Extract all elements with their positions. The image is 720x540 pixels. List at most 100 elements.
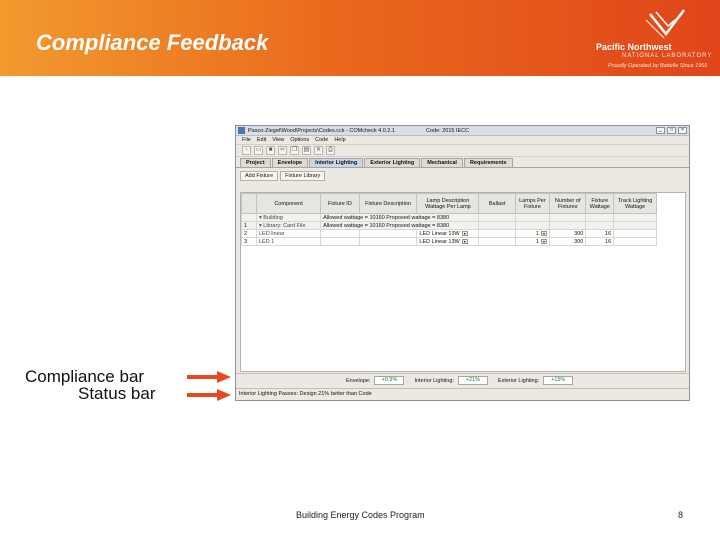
slide-header: Compliance Feedback Pacific Northwest NA…: [0, 0, 720, 76]
pnnl-logo-mark-icon: [645, 9, 685, 39]
row-ballast[interactable]: [478, 213, 516, 222]
row-description[interactable]: [358, 237, 418, 246]
row-id: 3: [241, 237, 257, 246]
row-fixture-watt[interactable]: [585, 213, 615, 222]
add-fixture-button[interactable]: Add Fixture: [240, 171, 279, 181]
pnnl-logo: Pacific Northwest NATIONAL LABORATORY Pr…: [592, 8, 716, 72]
close-icon[interactable]: ×: [678, 127, 687, 134]
slide-title: Compliance Feedback: [36, 30, 269, 55]
table-header-row: Component Fixture ID Fixture Description…: [241, 193, 657, 214]
column-header[interactable]: Fixture Wattage: [585, 193, 615, 214]
tab-interior-lighting[interactable]: Interior Lighting: [309, 158, 364, 167]
chevron-down-icon[interactable]: ▾: [461, 238, 468, 244]
row-component[interactable]: LED linear: [255, 229, 322, 238]
row-fixture-watt[interactable]: [585, 221, 615, 230]
column-header[interactable]: Track Lighting Wattage: [613, 193, 657, 214]
minimize-icon[interactable]: _: [656, 127, 665, 134]
column-header[interactable]: Fixture Description: [358, 193, 418, 214]
column-header[interactable]: [241, 193, 257, 214]
menu-options[interactable]: Options: [290, 137, 309, 143]
paste-icon[interactable]: ▤: [302, 146, 311, 155]
row-lamps[interactable]: 1 ▾: [514, 237, 551, 246]
envelope-label: Envelope:: [346, 377, 371, 384]
row-description[interactable]: [358, 229, 418, 238]
open-folder-icon[interactable]: ▭: [254, 146, 263, 155]
table-row[interactable]: 2 LED linear LED Linear 13W ▾ 1 ▾ 300 16: [241, 229, 657, 238]
copy-icon[interactable]: ❐: [290, 146, 299, 155]
chevron-down-icon[interactable]: ▾: [541, 230, 547, 236]
tab-requirements[interactable]: Requirements: [463, 158, 513, 167]
row-count[interactable]: [548, 213, 587, 222]
tab-project[interactable]: Project: [240, 158, 271, 167]
row-component[interactable]: ▾ Building: [255, 213, 322, 222]
cut-icon[interactable]: ✂: [278, 146, 287, 155]
chevron-down-icon[interactable]: ▾: [541, 238, 547, 244]
row-fixture-id[interactable]: [320, 237, 360, 246]
main-tabs: Project Envelope Interior Lighting Exter…: [236, 157, 689, 168]
row-component[interactable]: ▾ Library: Card File: [255, 221, 322, 230]
code-version: Code: 2015 IECC: [426, 128, 470, 134]
row-fixture-watt[interactable]: 16: [585, 237, 615, 246]
menu-view[interactable]: View: [272, 137, 284, 143]
column-header[interactable]: Number of Fixtures: [548, 193, 587, 214]
interior-lighting-label: Interior Lighting:: [414, 377, 454, 384]
tab-mechanical[interactable]: Mechanical: [421, 158, 463, 167]
column-header[interactable]: Component: [255, 193, 322, 214]
print-icon[interactable]: ⎙: [326, 146, 335, 155]
row-lamp-value: LED Linear 13W: [419, 238, 460, 245]
column-header[interactable]: Lamps Per Fixture: [514, 193, 551, 214]
row-lamps-value: 1: [535, 238, 539, 245]
logo-tagline: Proudly Operated by Battelle Since 1965: [608, 63, 708, 69]
menu-code[interactable]: Code: [315, 137, 328, 143]
table-row[interactable]: 1 ▾ Library: Card File Allowed wattage =…: [241, 221, 657, 230]
compliance-bar: Envelope: +0.9% Interior Lighting: +21% …: [236, 373, 689, 387]
row-count[interactable]: [548, 221, 587, 230]
toolbar: ▫ ▭ ■ ✂ ❐ ▤ ✕ ⎙: [236, 145, 689, 157]
save-icon[interactable]: ■: [266, 146, 275, 155]
row-lamp-value: LED Linear 13W: [419, 230, 460, 237]
column-header[interactable]: Fixture ID: [320, 193, 360, 214]
row-track[interactable]: [613, 237, 657, 246]
row-ballast[interactable]: [478, 237, 516, 246]
row-ballast[interactable]: [478, 221, 516, 230]
row-lamp[interactable]: LED Linear 13W ▾: [416, 229, 480, 238]
table-row[interactable]: ▾ Building Allowed wattage = 10160 Propo…: [241, 213, 657, 222]
maximize-icon[interactable]: □: [667, 127, 676, 134]
window-titlebar[interactable]: Pasco-Ziegel\Wood\Projects\Codes.cck - C…: [236, 126, 689, 136]
row-wattage-summary: Allowed wattage = 10160 Proposed wattage…: [320, 221, 480, 230]
fixture-library-button[interactable]: Fixture Library: [280, 171, 326, 181]
row-count[interactable]: 300: [548, 229, 587, 238]
chevron-down-icon[interactable]: ▾: [461, 230, 468, 236]
table-row[interactable]: 3 LED 1 LED Linear 13W ▾ 1 ▾ 300 16: [241, 237, 657, 246]
row-lamps[interactable]: [514, 221, 551, 230]
status-bar-annotation: Status bar: [78, 384, 156, 403]
window-title: Pasco-Ziegel\Wood\Projects\Codes.cck - C…: [248, 128, 395, 134]
row-track[interactable]: [613, 229, 657, 238]
menu-help[interactable]: Help: [334, 137, 345, 143]
row-count[interactable]: 300: [548, 237, 587, 246]
row-fixture-watt[interactable]: 16: [585, 229, 615, 238]
menu-edit[interactable]: Edit: [257, 137, 266, 143]
row-id: [241, 213, 257, 222]
delete-icon[interactable]: ✕: [314, 146, 323, 155]
row-lamps[interactable]: [514, 213, 551, 222]
page-number: 8: [678, 510, 684, 520]
tab-envelope[interactable]: Envelope: [271, 158, 309, 167]
comcheck-window: Pasco-Ziegel\Wood\Projects\Codes.cck - C…: [235, 125, 690, 401]
status-bar: Interior Lighting Passes: Design 21% bet…: [236, 388, 689, 400]
tab-exterior-lighting[interactable]: Exterior Lighting: [364, 158, 421, 167]
column-header[interactable]: Ballast: [478, 193, 516, 214]
row-fixture-id[interactable]: [320, 229, 360, 238]
menu-file[interactable]: File: [242, 137, 251, 143]
footer-program-name: Building Energy Codes Program: [296, 510, 425, 520]
row-ballast[interactable]: [478, 229, 516, 238]
row-lamp[interactable]: LED Linear 13W ▾: [416, 237, 480, 246]
row-component[interactable]: LED 1: [255, 237, 322, 246]
exterior-lighting-compliance-value: +15%: [543, 376, 574, 385]
row-lamps[interactable]: 1 ▾: [514, 229, 551, 238]
column-header[interactable]: Lamp Description Wattage Per Lamp: [416, 193, 480, 214]
window-controls: _ □ ×: [656, 127, 687, 134]
row-track[interactable]: [613, 213, 657, 222]
row-track[interactable]: [613, 221, 657, 230]
new-file-icon[interactable]: ▫: [242, 146, 251, 155]
